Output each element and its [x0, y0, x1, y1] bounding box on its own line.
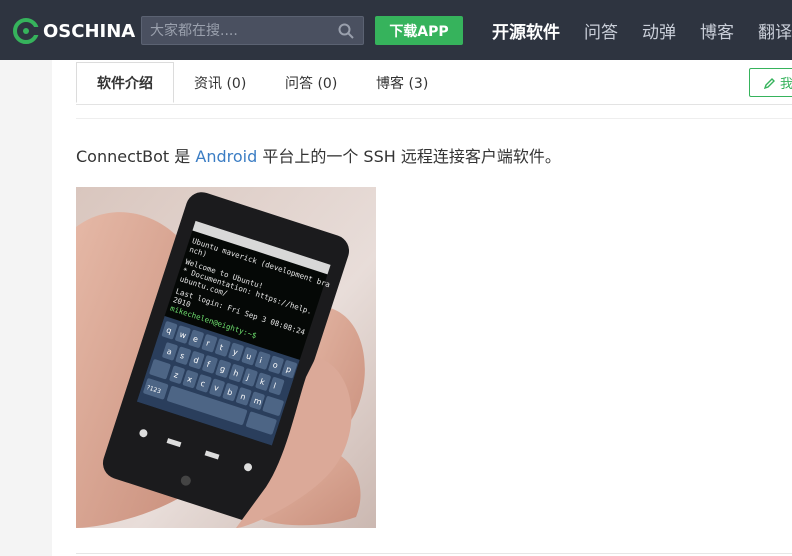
tab-label: 软件介绍: [97, 75, 153, 92]
tab-questions[interactable]: 问答 (0): [285, 62, 337, 103]
intro-paragraph: ConnectBot 是 Android 平台上的一个 SSH 远程连接客户端软…: [76, 143, 561, 167]
content-card: 软件介绍 资讯 (0) 问答 (0) 博客 (3) 我 ConnectBot 是…: [52, 60, 792, 556]
tab-label: 博客 (3): [376, 75, 429, 92]
download-app-button[interactable]: 下载APP: [375, 16, 463, 45]
search-box[interactable]: [141, 16, 364, 45]
tab-bar: 软件介绍 资讯 (0) 问答 (0) 博客 (3): [76, 62, 792, 105]
nav-item-questions[interactable]: 问答: [584, 18, 618, 43]
nav-item-open-source[interactable]: 开源软件: [492, 18, 560, 43]
main-nav: 开源软件 问答 动弹 博客 翻译: [492, 0, 792, 60]
logo-text: OSCHINA: [43, 20, 136, 42]
top-nav-bar: OSCHINA 下载APP 开源软件 问答 动弹 博客 翻译: [0, 0, 792, 60]
nav-item-translate[interactable]: 翻译: [758, 18, 792, 43]
pencil-icon: [764, 77, 775, 89]
divider: [76, 553, 792, 554]
tab-label: 资讯 (0): [194, 75, 247, 92]
android-link[interactable]: Android: [195, 147, 257, 166]
search-icon[interactable]: [338, 23, 354, 39]
oschina-logo-icon: [13, 18, 39, 44]
tab-blogs[interactable]: 博客 (3): [376, 62, 428, 103]
nav-item-tweets[interactable]: 动弹: [642, 18, 676, 43]
divider: [76, 118, 792, 119]
intro-prefix: ConnectBot 是: [76, 147, 196, 166]
write-label: 我: [780, 77, 792, 92]
tab-software-intro[interactable]: 软件介绍: [76, 62, 174, 103]
tab-news[interactable]: 资讯 (0): [194, 62, 246, 103]
site-logo[interactable]: OSCHINA: [13, 16, 135, 46]
phone-photo-illustration: Ubuntu maverick (development bra nch) We…: [76, 187, 376, 528]
write-button[interactable]: 我: [749, 68, 792, 97]
nav-item-blogs[interactable]: 博客: [700, 18, 734, 43]
search-input[interactable]: [142, 17, 332, 44]
tab-label: 问答 (0): [285, 75, 338, 92]
intro-suffix: 平台上的一个 SSH 远程连接客户端软件。: [257, 147, 561, 166]
screenshot-photo: Ubuntu maverick (development bra nch) We…: [76, 187, 376, 528]
